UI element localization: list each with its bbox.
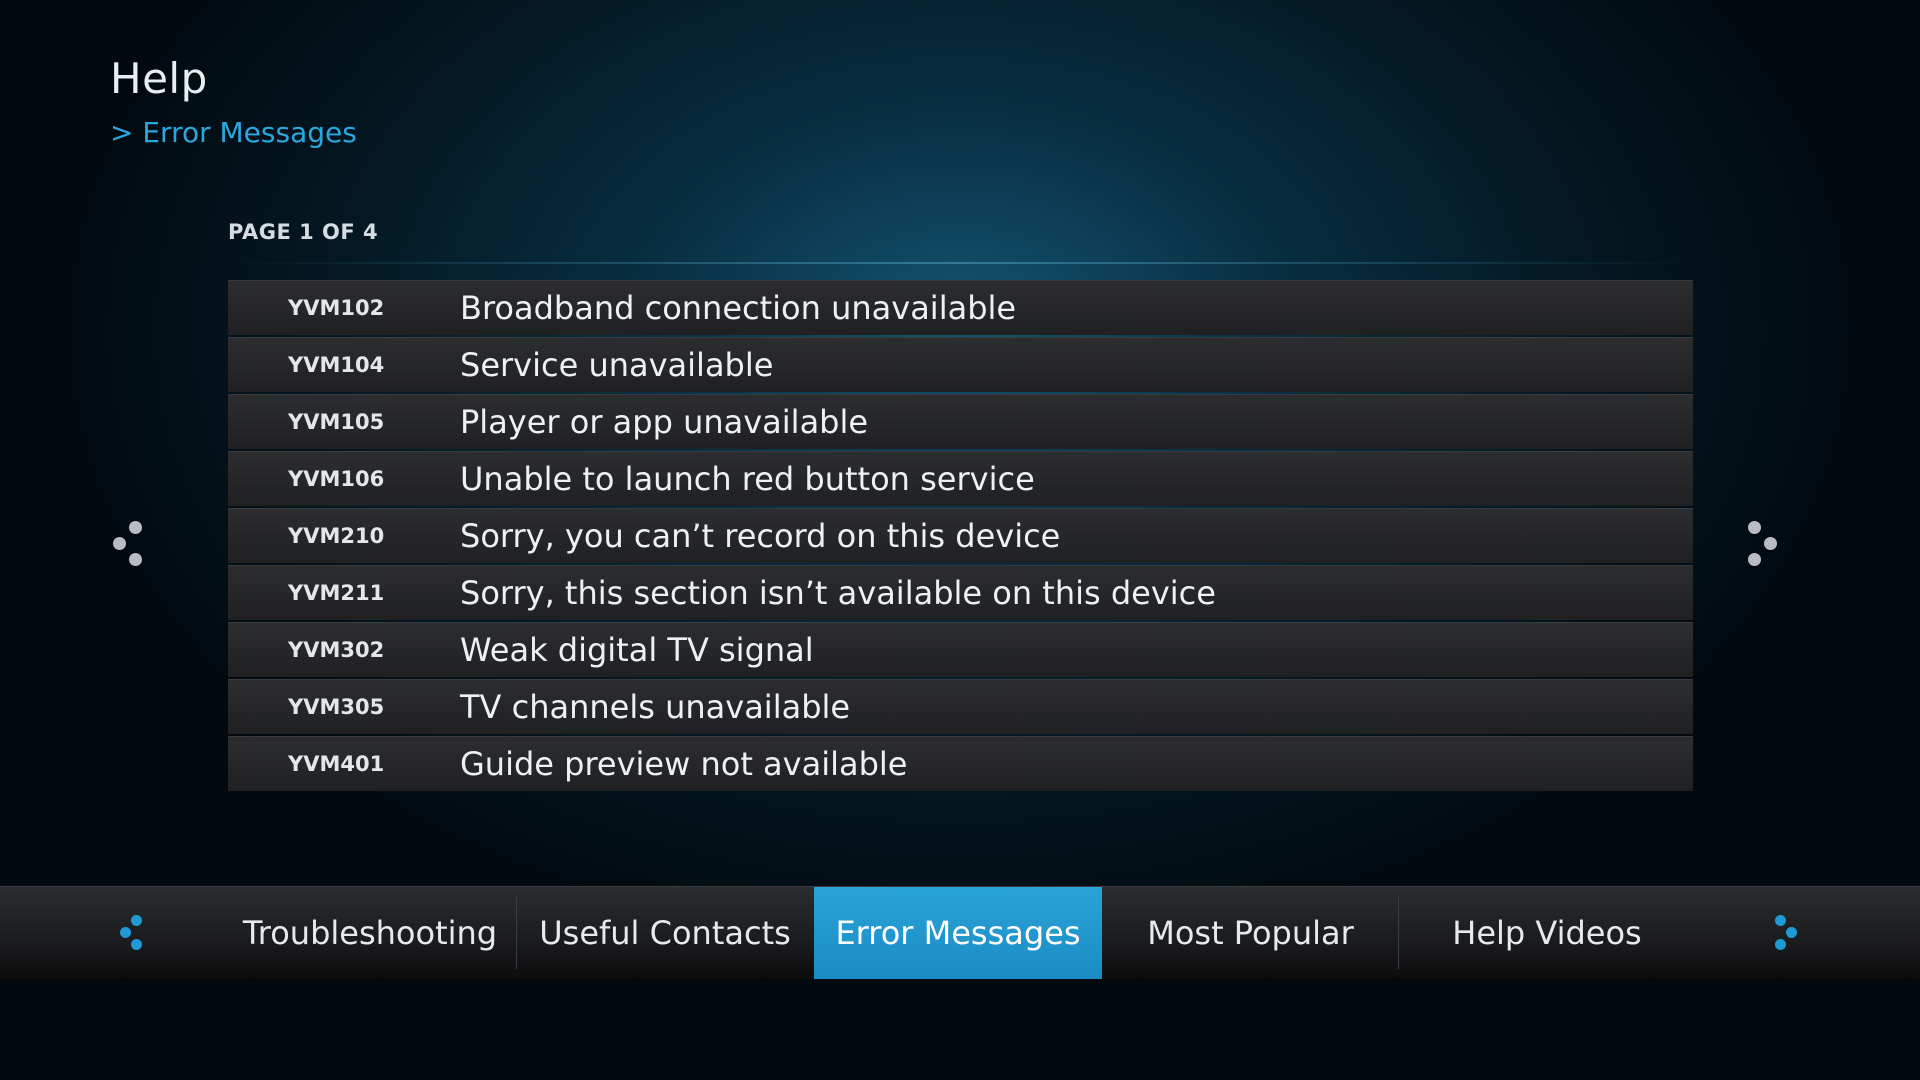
nav-next-dots-icon[interactable]: [1775, 915, 1815, 955]
help-screen: Help > Error Messages PAGE 1 OF 4 YVM102…: [0, 0, 1920, 1080]
nav-prev-dots-icon[interactable]: [120, 915, 160, 955]
list-item[interactable]: YVM102 Broadband connection unavailable: [228, 280, 1693, 335]
error-description: Sorry, you can’t record on this device: [460, 517, 1061, 555]
error-code: YVM104: [288, 353, 385, 377]
list-item[interactable]: YVM211 Sorry, this section isn’t availab…: [228, 565, 1693, 620]
error-description: Service unavailable: [460, 346, 774, 384]
list-item[interactable]: YVM305 TV channels unavailable: [228, 679, 1693, 734]
breadcrumb[interactable]: > Error Messages: [110, 116, 357, 149]
error-description: Sorry, this section isn’t available on t…: [460, 574, 1216, 612]
list-item[interactable]: YVM106 Unable to launch red button servi…: [228, 451, 1693, 506]
error-description: Weak digital TV signal: [460, 631, 814, 669]
error-description: Player or app unavailable: [460, 403, 869, 441]
list-item[interactable]: YVM302 Weak digital TV signal: [228, 622, 1693, 677]
error-code: YVM401: [288, 752, 385, 776]
error-description: Guide preview not available: [460, 745, 908, 783]
error-code: YVM305: [288, 695, 385, 719]
page-indicator: PAGE 1 OF 4: [228, 220, 379, 244]
error-code: YVM211: [288, 581, 385, 605]
list-item[interactable]: YVM210 Sorry, you can’t record on this d…: [228, 508, 1693, 563]
error-description: Unable to launch red button service: [460, 460, 1035, 498]
error-code: YVM302: [288, 638, 385, 662]
error-code: YVM210: [288, 524, 385, 548]
tab-error-messages[interactable]: Error Messages: [814, 887, 1102, 979]
error-code: YVM105: [288, 410, 385, 434]
tab-troubleshooting[interactable]: Troubleshooting: [224, 887, 516, 979]
list-item[interactable]: YVM104 Service unavailable: [228, 337, 1693, 392]
error-code: YVM102: [288, 296, 385, 320]
list-divider: [228, 262, 1693, 264]
tab-help-videos[interactable]: Help Videos: [1399, 887, 1695, 979]
tab-most-popular[interactable]: Most Popular: [1103, 887, 1398, 979]
list-item[interactable]: YVM105 Player or app unavailable: [228, 394, 1693, 449]
bottom-nav-bar: Troubleshooting Useful Contacts Error Me…: [0, 886, 1920, 979]
page-title: Help: [110, 54, 208, 103]
page-prev-dots-icon[interactable]: [113, 519, 153, 569]
error-code: YVM106: [288, 467, 385, 491]
error-description: TV channels unavailable: [460, 688, 851, 726]
error-description: Broadband connection unavailable: [460, 289, 1017, 327]
tab-useful-contacts[interactable]: Useful Contacts: [517, 887, 813, 979]
page-next-dots-icon[interactable]: [1748, 519, 1788, 569]
error-message-list: YVM102 Broadband connection unavailable …: [228, 280, 1693, 793]
list-item[interactable]: YVM401 Guide preview not available: [228, 736, 1693, 791]
